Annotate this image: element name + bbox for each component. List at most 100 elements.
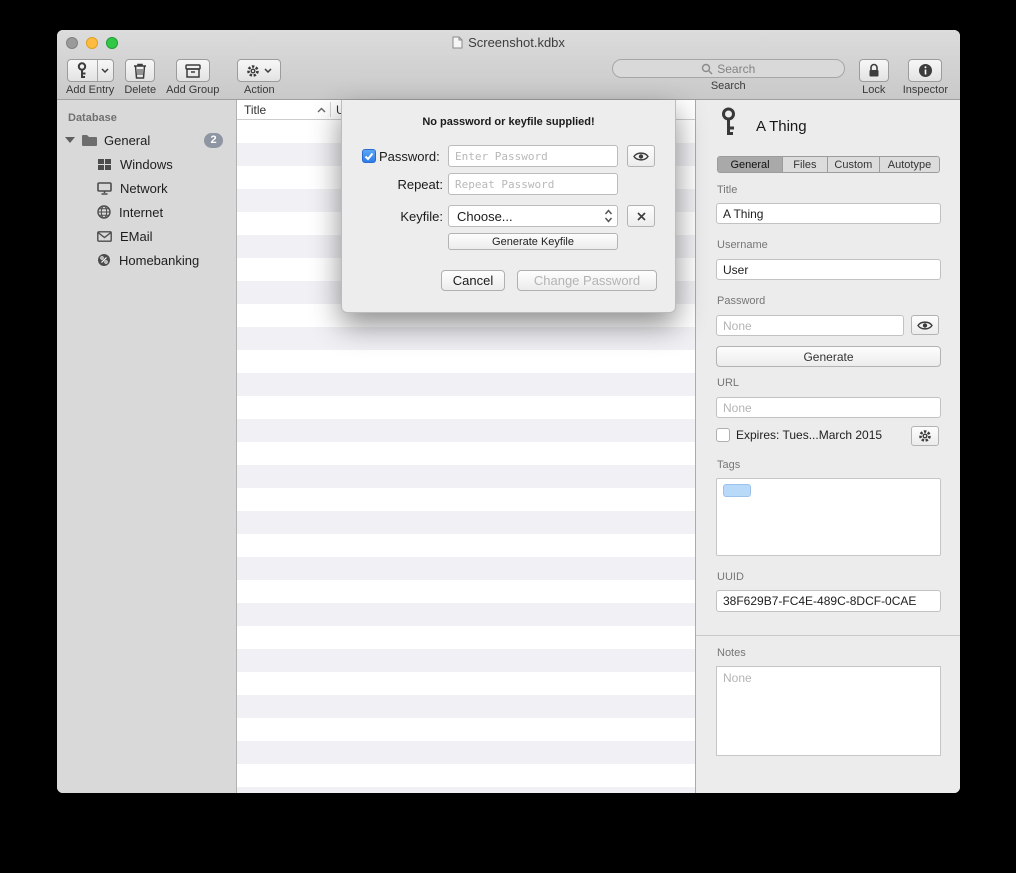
username-field[interactable]	[716, 259, 941, 280]
sidebar-header: Database	[57, 100, 236, 128]
clear-keyfile-button[interactable]	[627, 205, 655, 227]
repeat-password-field[interactable]	[448, 173, 618, 195]
chevron-down-icon[interactable]	[98, 60, 113, 81]
sidebar-item-homebanking[interactable]: Homebanking	[57, 248, 236, 272]
sidebar-item-network[interactable]: Network	[57, 176, 236, 200]
generate-password-button[interactable]: Generate	[716, 346, 941, 367]
notes-field-label: Notes	[717, 647, 746, 659]
url-field[interactable]	[716, 397, 941, 418]
sidebar-item-internet[interactable]: Internet	[57, 200, 236, 224]
url-field-label: URL	[717, 377, 739, 389]
windows-icon	[97, 158, 112, 171]
delete-button[interactable]	[125, 59, 155, 82]
column-divider[interactable]	[330, 102, 331, 117]
generate-keyfile-button[interactable]: Generate Keyfile	[448, 233, 618, 250]
keyfile-label: Keyfile:	[342, 209, 443, 224]
sidebar-item-label: General	[104, 133, 150, 148]
sidebar-item-label: EMail	[120, 229, 153, 244]
cancel-button[interactable]: Cancel	[441, 270, 505, 291]
search-placeholder: Search	[717, 62, 755, 76]
uuid-field[interactable]	[716, 590, 941, 612]
sidebar-item-label: Internet	[119, 205, 163, 220]
tab-custom[interactable]: Custom	[828, 157, 880, 172]
app-window: Screenshot.kdbx Add Entry	[57, 30, 960, 793]
add-group-tool: Add Group	[166, 59, 219, 96]
monitor-icon	[97, 182, 112, 195]
tag-chip[interactable]	[723, 484, 751, 497]
info-icon	[918, 63, 933, 78]
disclosure-triangle-icon[interactable]	[65, 137, 75, 143]
inspector-panel: A Thing General Files Custom Autotype Ti…	[695, 100, 960, 793]
sidebar-item-email[interactable]: EMail	[57, 224, 236, 248]
sidebar-item-label: Windows	[120, 157, 173, 172]
sidebar: Database General 2 Windows Network Inter…	[57, 100, 237, 793]
titlebar: Screenshot.kdbx	[57, 30, 960, 56]
inspector-tabs: General Files Custom Autotype	[717, 156, 940, 173]
expires-checkbox[interactable]	[716, 428, 730, 442]
delete-tool: Delete	[124, 59, 156, 96]
search-label: Search	[711, 80, 746, 92]
trash-icon	[133, 63, 147, 79]
toolbar-right: Search Search Lock Inspec	[612, 59, 948, 96]
expires-options-button[interactable]	[911, 426, 939, 446]
tab-files[interactable]: Files	[783, 157, 828, 172]
reveal-password-button[interactable]	[911, 315, 939, 335]
gear-icon	[246, 64, 260, 78]
inspector-tool: Inspector	[903, 59, 948, 96]
eye-icon	[633, 151, 649, 162]
sidebar-item-label: Network	[120, 181, 168, 196]
group-box-icon	[185, 64, 201, 78]
keyfile-select[interactable]: Choose...	[448, 205, 618, 227]
eye-icon	[917, 320, 933, 331]
delete-label: Delete	[124, 84, 156, 96]
envelope-icon	[97, 231, 112, 242]
search-tool: Search Search	[612, 59, 845, 92]
column-title[interactable]: Title	[244, 103, 266, 117]
search-input[interactable]: Search	[612, 59, 845, 78]
window-chrome: Screenshot.kdbx Add Entry	[57, 30, 960, 100]
repeat-label: Repeat:	[342, 177, 443, 192]
title-field[interactable]	[716, 203, 941, 224]
lock-tool: Lock	[859, 59, 889, 96]
title-field-label: Title	[717, 184, 737, 196]
sidebar-item-general[interactable]: General 2	[57, 128, 236, 152]
key-icon	[720, 107, 737, 137]
enter-password-field[interactable]	[448, 145, 618, 167]
chevron-down-icon	[264, 68, 272, 73]
percent-coin-icon	[97, 253, 111, 267]
add-entry-button[interactable]	[67, 59, 114, 82]
password-checkbox[interactable]	[362, 149, 376, 163]
change-password-button[interactable]: Change Password	[517, 270, 657, 291]
sort-asc-icon	[317, 107, 326, 113]
change-password-sheet: No password or keyfile supplied! Passwor…	[341, 100, 676, 313]
reveal-password-button[interactable]	[627, 145, 655, 167]
sidebar-item-label: Homebanking	[119, 253, 199, 268]
inspector-button[interactable]	[908, 59, 942, 82]
tab-general[interactable]: General	[718, 157, 783, 172]
add-entry-label: Add Entry	[66, 84, 114, 96]
lock-icon	[868, 63, 880, 78]
notes-field[interactable]	[716, 666, 941, 756]
expires-row: Expires: Tues...March 2015	[716, 428, 882, 442]
username-field-label: Username	[717, 239, 768, 251]
lock-label: Lock	[862, 84, 885, 96]
uuid-field-label: UUID	[717, 571, 744, 583]
gear-icon	[918, 429, 932, 443]
sidebar-item-windows[interactable]: Windows	[57, 152, 236, 176]
action-button[interactable]	[237, 59, 281, 82]
entry-title: A Thing	[756, 118, 807, 135]
add-group-button[interactable]	[176, 59, 210, 82]
sheet-message: No password or keyfile supplied!	[342, 116, 675, 128]
folder-icon	[81, 134, 98, 147]
stepper-icon	[604, 209, 613, 223]
tab-autotype[interactable]: Autotype	[880, 157, 939, 172]
tags-box[interactable]	[716, 478, 941, 556]
lock-button[interactable]	[859, 59, 889, 82]
count-badge: 2	[204, 133, 223, 148]
add-group-label: Add Group	[166, 84, 219, 96]
inspector-divider	[696, 635, 960, 636]
password-field[interactable]	[716, 315, 904, 336]
close-icon	[636, 211, 647, 222]
inspector-label: Inspector	[903, 84, 948, 96]
password-field-label: Password	[717, 295, 765, 307]
